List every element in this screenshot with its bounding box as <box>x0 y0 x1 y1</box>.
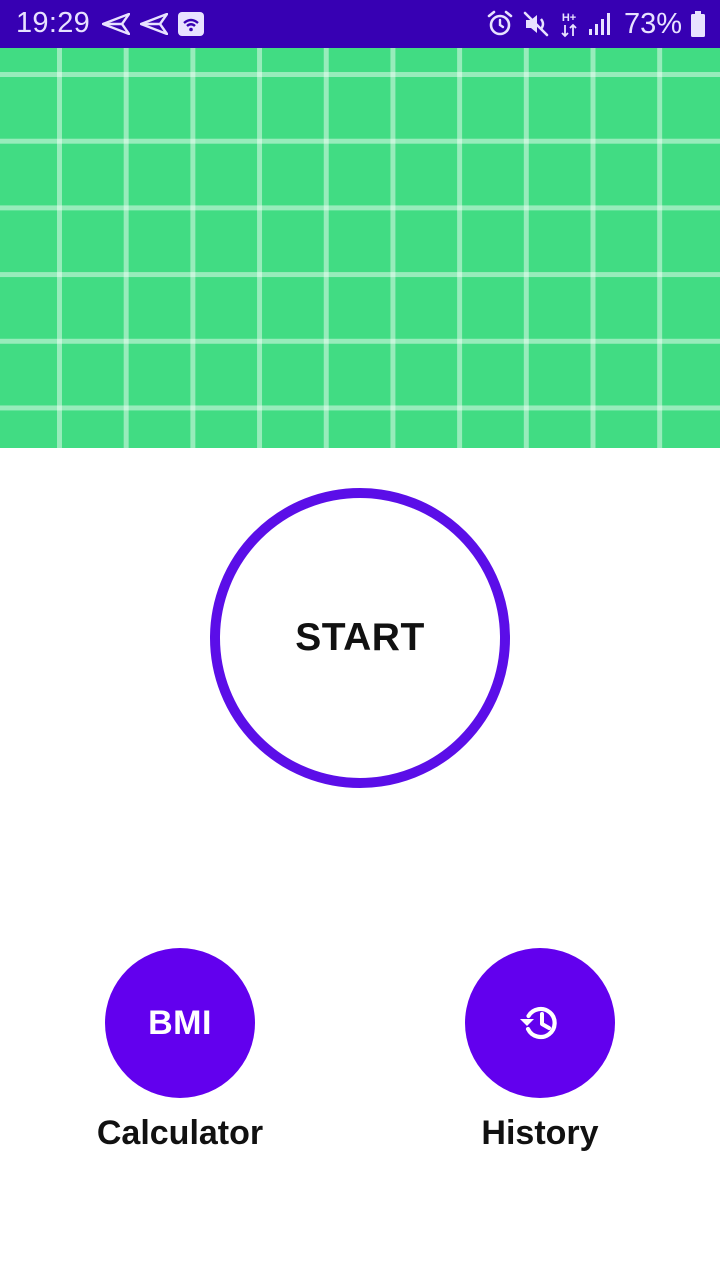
status-system-icons: H+ 73% <box>486 8 706 40</box>
status-time: 19:29 <box>16 7 91 39</box>
history-icon <box>516 999 564 1047</box>
bmi-button[interactable]: BMI <box>105 948 255 1098</box>
history-action: History <box>450 948 630 1153</box>
battery-icon <box>690 10 706 38</box>
alarm-icon <box>486 10 514 38</box>
wifi-icon <box>178 12 204 36</box>
start-button[interactable]: START <box>210 488 510 788</box>
battery-percentage: 73% <box>623 7 682 40</box>
history-label: History <box>481 1114 599 1152</box>
mute-icon <box>522 10 550 38</box>
start-label: START <box>295 616 425 659</box>
bmi-button-text: BMI <box>148 1003 212 1042</box>
signal-icon <box>588 11 614 37</box>
calculator-label: Calculator <box>96 1114 264 1152</box>
status-notification-icons <box>102 10 204 38</box>
send-icon <box>102 13 130 35</box>
bmi-calculator-action: BMI Calculator <box>90 948 270 1153</box>
send-icon <box>140 13 168 35</box>
status-bar: 19:29 H+ 73% <box>0 0 720 48</box>
network-type-label: H+ <box>562 12 576 24</box>
history-button[interactable] <box>465 948 615 1098</box>
network-icon: H+ <box>558 10 580 38</box>
header-grid-image <box>0 48 720 448</box>
